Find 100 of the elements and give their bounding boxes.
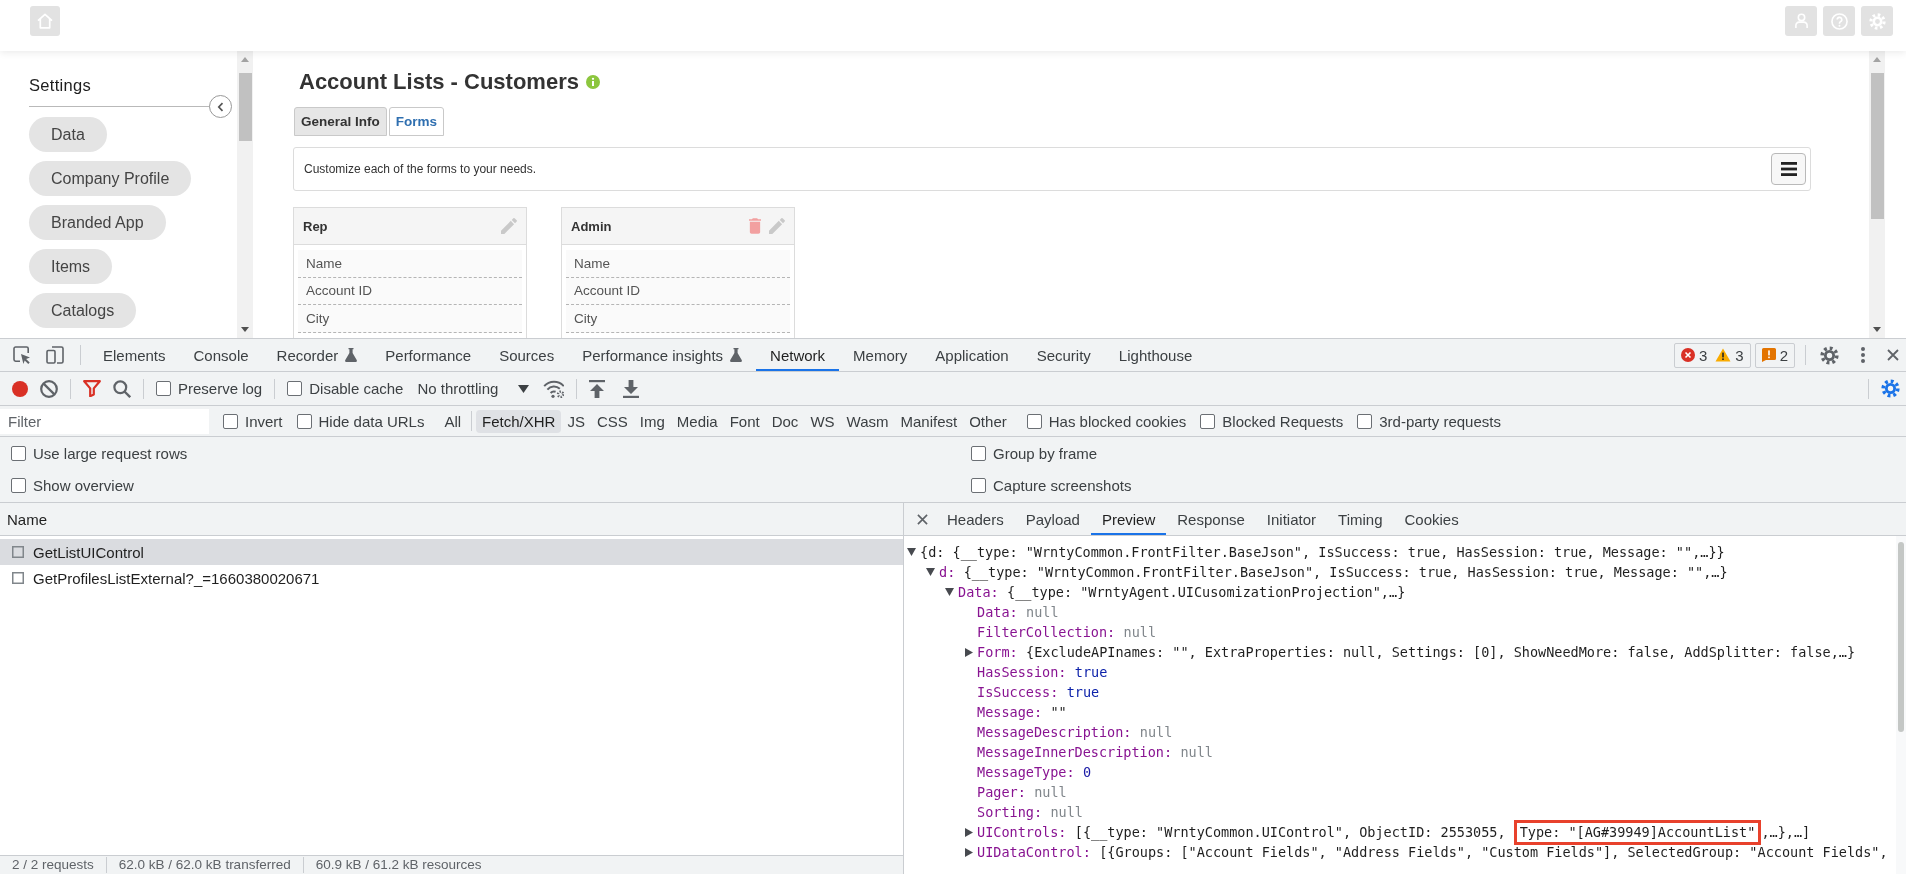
request-row[interactable]: GetListUIControl [0,539,903,565]
type-filter-button[interactable]: Fetch/XHR [476,409,562,433]
throttling-dropdown[interactable]: No throttling [415,380,532,397]
record-icon[interactable] [12,380,28,397]
scrollbar-thumb[interactable] [1870,73,1884,219]
download-icon[interactable] [623,379,640,398]
checkbox[interactable] [11,445,26,461]
checkbox[interactable] [1200,413,1216,429]
panel-tab[interactable]: Security [1022,339,1105,371]
detail-tab[interactable]: Payload [1014,503,1091,535]
scrollbar-thumb[interactable] [1898,542,1904,732]
caret-down-icon[interactable] [926,568,935,576]
scrollbar[interactable] [237,51,253,338]
checkbox[interactable] [1026,413,1042,429]
sidebar-item[interactable]: Items [29,249,113,284]
panel-tab[interactable]: Memory [839,339,922,371]
caret-down-icon[interactable] [241,327,249,332]
scrollbar[interactable] [1869,51,1885,338]
filter-icon[interactable] [83,380,101,397]
json-value: {__type: "WrntyAgent.UICusomizationProjection",…} [1007,584,1406,600]
checkbox[interactable] [971,445,986,461]
sidebar-item[interactable]: Branded App [29,205,166,240]
type-filter-button[interactable]: WS [804,409,841,433]
kebab-menu-icon[interactable] [1861,347,1865,363]
checkbox-label[interactable]: Has blocked cookies [1048,412,1187,430]
inspect-icon[interactable] [13,346,31,364]
detail-tab[interactable]: Cookies [1393,503,1470,535]
caret-down-icon[interactable] [945,588,954,596]
checkbox-label[interactable]: Use large request rows [33,444,188,462]
panel-tab[interactable]: Performance [371,339,486,371]
type-filter-button[interactable]: JS [561,409,591,433]
caret-down-icon[interactable] [1873,327,1881,332]
checkbox[interactable] [11,477,26,493]
detail-tab[interactable]: Headers [936,503,1015,535]
json-value: ,…},…] [1761,824,1811,840]
caret-right-icon[interactable] [965,647,973,657]
panel-tab[interactable]: Sources [485,339,569,371]
json-value: [{__type: "WrntyCommon.UIControl", ObjectID: 2553055, [1074,824,1507,840]
type-filter-button[interactable]: All [438,409,468,433]
type-filter-button[interactable]: Wasm [840,409,895,433]
type-filter-button[interactable]: Doc [765,409,805,433]
wifi-gear-icon[interactable] [543,379,565,398]
close-icon[interactable] [1887,349,1899,361]
checkbox-label[interactable]: Hide data URLs [318,412,425,430]
menu-button[interactable] [1771,153,1806,185]
caret-down-icon[interactable] [907,548,916,556]
type-filter-button[interactable]: Manifest [894,409,964,433]
checkbox-label[interactable]: Show overview [33,476,134,494]
checkbox-label[interactable]: Preserve log [178,380,263,397]
close-icon[interactable] [917,513,928,525]
caret-right-icon[interactable] [965,847,973,857]
panel-tab[interactable]: Console [179,339,263,371]
search-icon[interactable] [113,379,131,398]
checkbox[interactable] [971,477,986,493]
type-filter-button[interactable]: Other [963,409,1013,433]
detail-tab[interactable]: Initiator [1255,503,1328,535]
checkbox-label[interactable]: 3rd-party requests [1379,412,1501,430]
tab[interactable]: Forms [388,107,445,136]
checkbox[interactable] [296,413,312,429]
panel-tab[interactable]: Elements [89,339,180,371]
clear-icon[interactable] [40,379,58,398]
collapse-button[interactable] [209,95,232,118]
panel-tab[interactable]: Recorder [262,339,372,371]
checkbox[interactable] [156,381,171,396]
detail-tab[interactable]: Timing [1327,503,1394,535]
error-badge[interactable]: 3 3 [1673,342,1751,368]
settings-icon[interactable] [1881,379,1900,398]
settings-icon[interactable] [1820,345,1839,365]
checkbox-label[interactable]: Disable cache [309,380,404,397]
type-filter-button[interactable]: CSS [590,409,634,433]
checkbox[interactable] [1357,413,1373,429]
request-row[interactable]: GetProfilesListExternal?_=1660380020671 [0,565,903,591]
panel-tab[interactable]: Lighthouse [1104,339,1207,371]
sidebar-item[interactable]: Catalogs [29,293,137,328]
checkbox-label[interactable]: Invert [245,412,283,430]
tab[interactable]: General Info [294,107,387,136]
upload-icon[interactable] [589,379,606,398]
checkbox-label[interactable]: Group by frame [993,444,1098,462]
panel-tab[interactable]: Performance insights [568,339,757,371]
type-filter-button[interactable]: Media [670,409,724,433]
type-filter-button[interactable]: Font [723,409,766,433]
issues-badge[interactable]: 2 [1754,342,1795,368]
checkbox[interactable] [287,381,303,396]
json-key: IsSuccess: [977,684,1059,700]
json-value: "" [1050,704,1067,720]
request-name: GetListUIControl [33,543,144,561]
scrollbar-thumb[interactable] [238,73,252,141]
scrollbar[interactable] [1896,536,1906,874]
checkbox-label[interactable]: Capture screenshots [993,476,1132,494]
detail-tab[interactable]: Response [1166,503,1256,535]
type-filter-button[interactable]: Img [633,409,671,433]
device-icon[interactable] [46,346,64,364]
checkbox[interactable] [223,413,238,429]
checkbox-label[interactable]: Blocked Requests [1222,412,1344,430]
panel-tab[interactable]: Network [756,339,840,371]
sidebar-item[interactable]: Company Profile [29,161,192,196]
panel-tab[interactable]: Application [921,339,1023,371]
caret-right-icon[interactable] [965,827,973,837]
sidebar-item[interactable]: Data [29,117,107,152]
filter-field[interactable]: Filter [0,408,209,434]
